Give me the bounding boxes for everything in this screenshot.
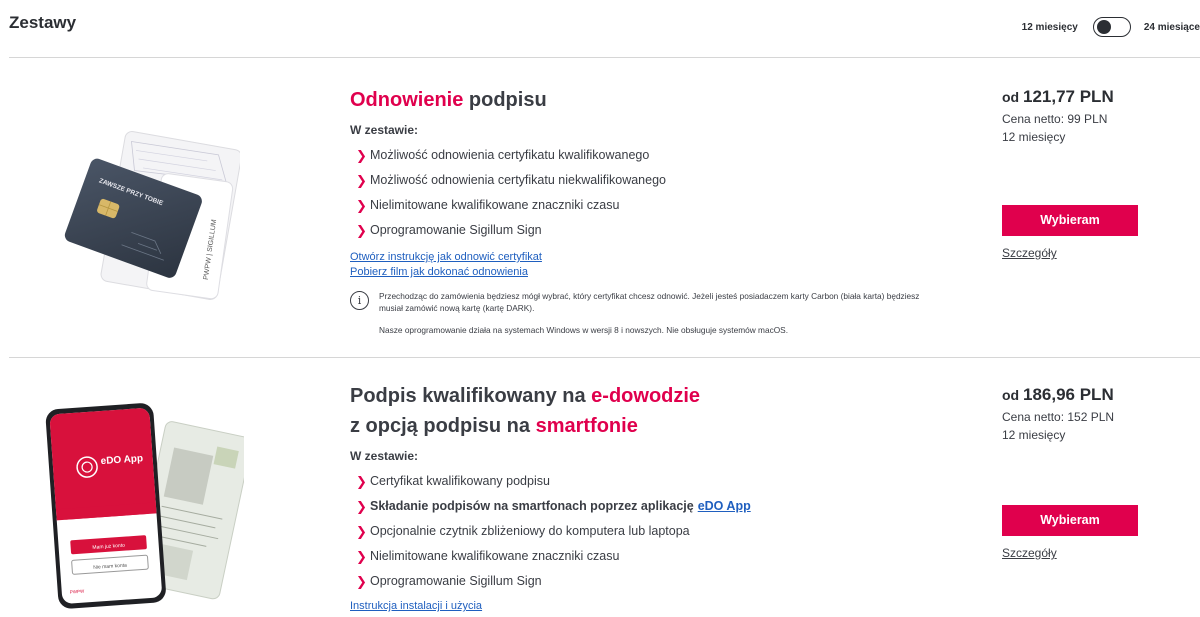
chevron-right-icon: ❯ <box>356 549 367 564</box>
product-image-phone: eDO App Mam już konto Nie mam konta PWPW <box>45 403 244 609</box>
price-value: 121,77 PLN <box>1023 87 1114 106</box>
chevron-right-icon: ❯ <box>356 574 367 589</box>
set-heading: W zestawie: <box>350 449 419 463</box>
feature-list: ❯ Certyfikat kwalifikowany podpisu ❯ Skład… <box>350 469 950 594</box>
offer-title-rest: podpisu <box>463 89 547 111</box>
feature-text: Certyfikat kwalifikowany podpisu <box>370 474 550 488</box>
details-link[interactable]: Szczegóły <box>1002 246 1057 260</box>
toggle-label-12[interactable]: 12 miesięcy <box>1022 22 1078 33</box>
chevron-right-icon: ❯ <box>356 198 367 213</box>
edo-app-link[interactable]: eDO App <box>698 494 751 519</box>
price-prefix: od <box>1002 387 1023 403</box>
price: od 186,96 PLN <box>1002 385 1192 405</box>
info-text-system: Nasze oprogramowanie działa na systemach… <box>379 325 789 335</box>
feature-text: Możliwość odnowienia certyfikatu kwalifi… <box>370 148 650 162</box>
chevron-right-icon: ❯ <box>356 474 367 489</box>
offer-title: Odnowienie podpisu <box>350 85 950 115</box>
feature-list: ❯ Możliwość odnowienia certyfikatu kwalif… <box>350 143 950 243</box>
offer-title-plain: z opcją podpisu na <box>350 415 536 437</box>
offer-content: Odnowienie podpisu W zestawie: ❯ Możliwoś… <box>350 85 950 336</box>
price-column: od 186,96 PLN Cena netto: 152 PLN 12 mie… <box>1002 385 1192 560</box>
toggle-label-24[interactable]: 24 miesiące <box>1144 22 1200 33</box>
choose-button[interactable]: Wybieram <box>1002 205 1138 236</box>
feature-text: Składanie podpisów na smartfonach poprze… <box>370 499 694 513</box>
price: od 121,77 PLN <box>1002 87 1192 107</box>
chevron-right-icon: ❯ <box>356 148 367 163</box>
offer-card-renewal: DW PWPW | SIGILLUM ZAWSZE PRZY TOBIE Odn… <box>0 59 1200 356</box>
info-icon: i <box>350 291 369 310</box>
divider <box>9 57 1200 58</box>
period-switch-knob <box>1096 20 1111 34</box>
chevron-right-icon: ❯ <box>356 524 367 539</box>
feature-item: ❯ Możliwość odnowienia certyfikatu niekwa… <box>350 168 950 193</box>
info-note: i Przechodząc do zamówienia będziesz móg… <box>350 290 950 336</box>
period-text: 12 miesięcy <box>1002 428 1066 442</box>
feature-item: ❯ Oprogramowanie Sigillum Sign <box>350 218 950 243</box>
feature-item: ❯ Certyfikat kwalifikowany podpisu <box>350 469 950 494</box>
chevron-right-icon: ❯ <box>356 499 367 514</box>
feature-text: Opcjonalnie czytnik zbliżeniowy do kompu… <box>370 524 690 538</box>
net-price: Cena netto: 99 PLN <box>1002 112 1108 126</box>
offer-card-edowod: eDO App Mam już konto Nie mam konta PWPW… <box>0 358 1200 617</box>
feature-item: ❯ Oprogramowanie Sigillum Sign <box>350 569 950 594</box>
offer-title-accent: e-dowodzie <box>591 385 701 407</box>
feature-text: Nielimitowane kwalifikowane znaczniki cz… <box>370 549 620 563</box>
feature-text: Oprogramowanie Sigillum Sign <box>370 223 542 237</box>
feature-item: ❯ Składanie podpisów na smartfonach poprz… <box>350 494 950 519</box>
offer-content: Podpis kwalifikowany na e-dowodzie z opc… <box>350 381 950 614</box>
period-toggle[interactable]: 12 miesięcy 24 miesiące <box>1022 16 1200 38</box>
price-value: 186,96 PLN <box>1023 385 1114 404</box>
page-title: Zestawy <box>9 13 77 32</box>
feature-item: ❯ Możliwość odnowienia certyfikatu kwalif… <box>350 143 950 168</box>
feature-text: Oprogramowanie Sigillum Sign <box>370 574 542 588</box>
offer-title-accent: Odnowienie <box>350 89 464 111</box>
feature-text: Możliwość odnowienia certyfikatu niekwal… <box>370 173 666 187</box>
chevron-right-icon: ❯ <box>356 173 367 188</box>
phone-footer-text: PWPW <box>70 589 86 595</box>
feature-item: ❯ Nielimitowane kwalifikowane znaczniki c… <box>350 544 950 569</box>
set-heading: W zestawie: <box>350 123 419 137</box>
info-text-order: Przechodząc do zamówienia będziesz mógł … <box>379 291 920 313</box>
offer-title-plain: Podpis kwalifikowany na <box>350 385 592 407</box>
install-instructions-link[interactable]: Instrukcja instalacji i użycia <box>350 599 950 614</box>
offer-title-line2: z opcją podpisu na smartfonie <box>350 411 950 441</box>
renewal-instructions-link[interactable]: Otwórz instrukcję jak odnowić certyfikat <box>350 250 950 265</box>
feature-item: ❯ Nielimitowane kwalifikowane znaczniki c… <box>350 193 950 218</box>
chevron-right-icon: ❯ <box>356 223 367 238</box>
details-link[interactable]: Szczegóły <box>1002 546 1057 560</box>
renewal-video-link[interactable]: Pobierz film jak dokonać odnowienia <box>350 265 950 280</box>
period-text: 12 miesięcy <box>1002 130 1066 144</box>
header: Zestawy 12 miesięcy 24 miesiące <box>0 0 1200 58</box>
feature-text: Nielimitowane kwalifikowane znaczniki cz… <box>370 198 620 212</box>
price-prefix: od <box>1002 89 1023 105</box>
product-image-cards: DW PWPW | SIGILLUM ZAWSZE PRZY TOBIE <box>64 131 240 301</box>
choose-button[interactable]: Wybieram <box>1002 505 1138 536</box>
net-price: Cena netto: 152 PLN <box>1002 410 1115 424</box>
period-switch[interactable] <box>1092 17 1131 37</box>
feature-item: ❯ Opcjonalnie czytnik zbliżeniowy do komp… <box>350 519 950 544</box>
offer-title-line1: Podpis kwalifikowany na e-dowodzie <box>350 381 950 411</box>
offer-title-accent: smartfonie <box>535 415 638 437</box>
price-column: od 121,77 PLN Cena netto: 99 PLN 12 mies… <box>1002 87 1192 260</box>
